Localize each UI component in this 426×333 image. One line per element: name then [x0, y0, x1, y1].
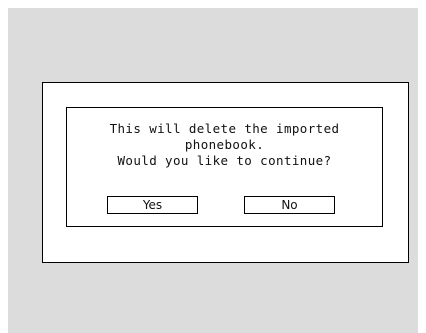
dialog-message: This will delete the imported phonebook.…	[67, 121, 382, 169]
no-button[interactable]: No	[244, 196, 335, 214]
dialog-frame: This will delete the imported phonebook.…	[42, 82, 409, 263]
dialog-message-line: phonebook.	[184, 137, 265, 152]
screen-background: This will delete the imported phonebook.…	[8, 8, 418, 333]
dialog-message-line: This will delete the imported	[109, 121, 340, 136]
yes-button[interactable]: Yes	[107, 196, 198, 214]
dialog-message-line: Would you like to continue?	[117, 153, 332, 168]
confirm-delete-dialog: This will delete the imported phonebook.…	[66, 107, 383, 227]
